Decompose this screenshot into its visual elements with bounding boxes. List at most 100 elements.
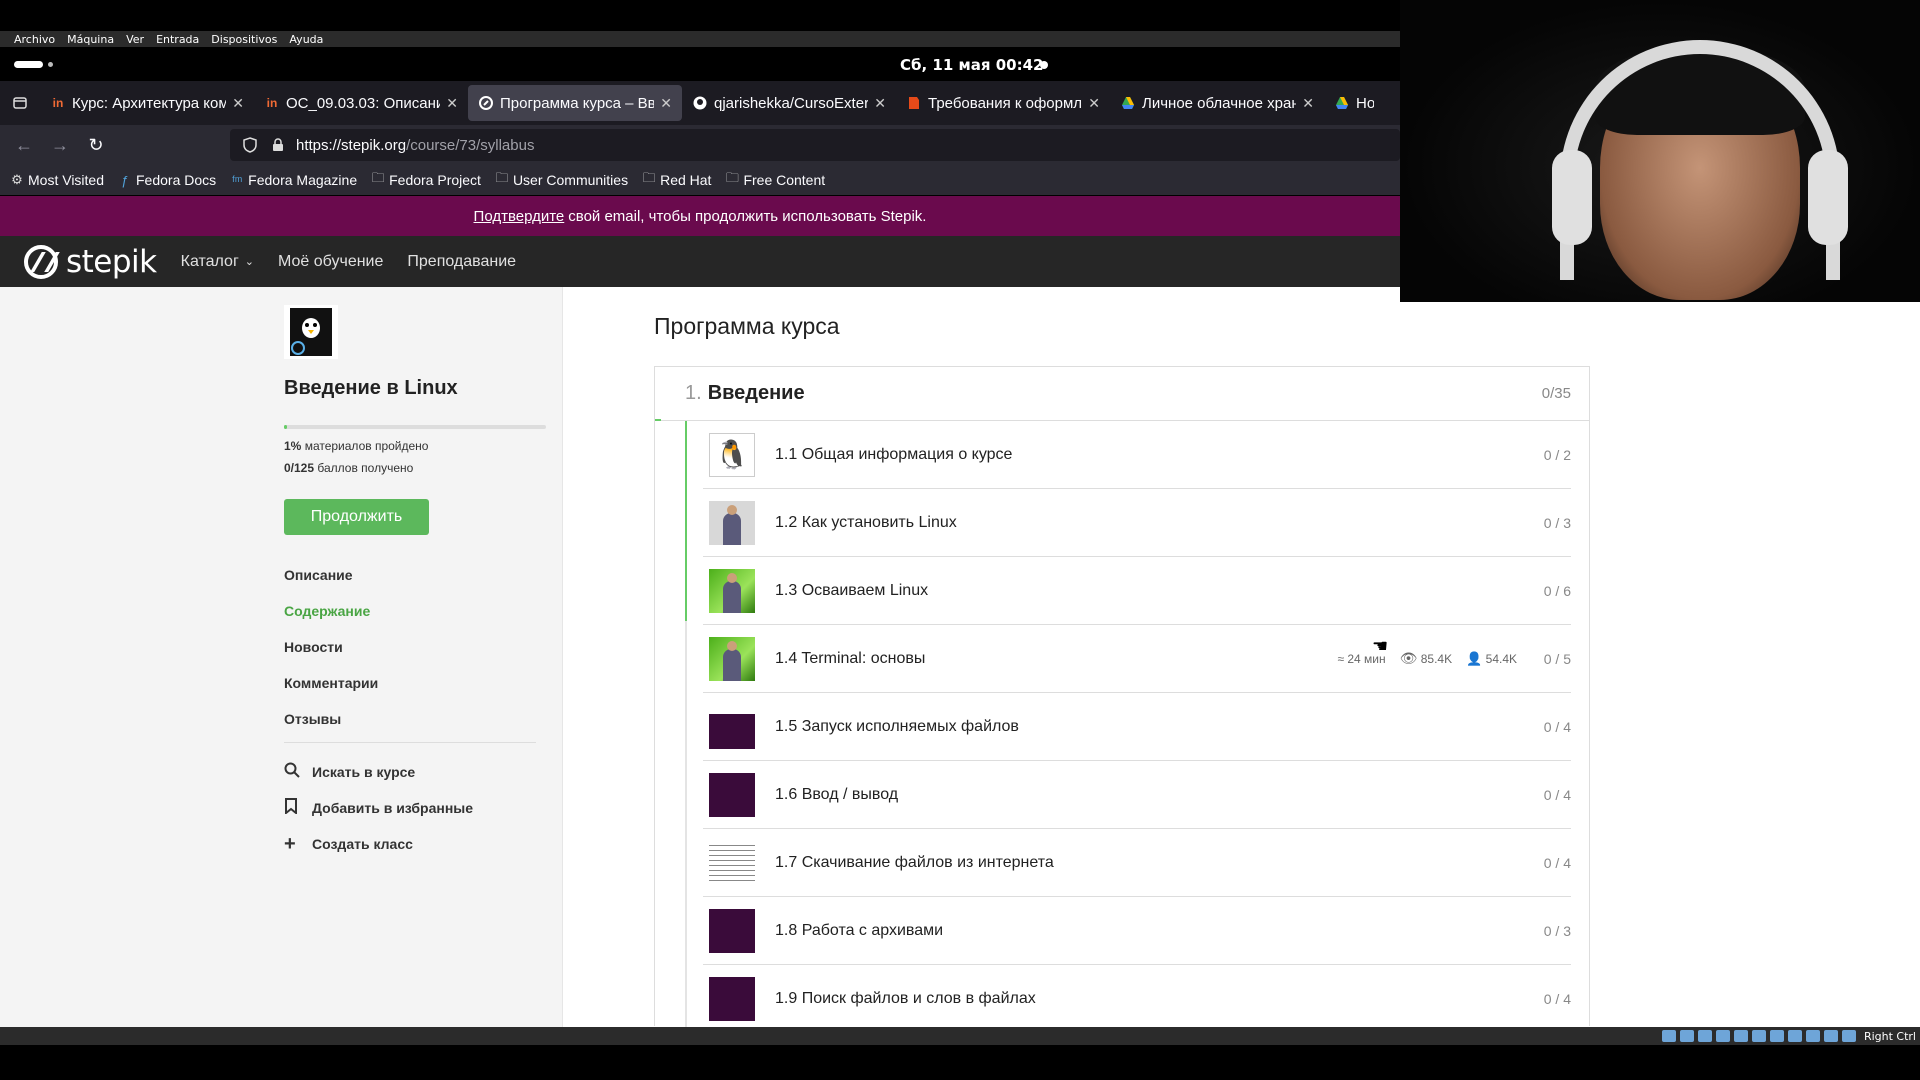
gear-icon: ⚙	[11, 172, 23, 187]
lesson-title[interactable]: 1.2 Как установить Linux	[775, 514, 1531, 532]
lesson-row[interactable]: 1.7 Скачивание файлов из интернета 0 / 4	[703, 829, 1571, 897]
display-icon[interactable]	[1769, 1030, 1784, 1042]
bookmark-label: User Communities	[512, 172, 629, 188]
tab-title: Требования к оформле	[928, 94, 1083, 112]
presenter-figure	[723, 512, 741, 545]
recording-icon[interactable]	[1787, 1030, 1802, 1042]
vbox-menu-archivo[interactable]: Archivo	[8, 33, 61, 46]
module-title: Введение	[707, 382, 805, 404]
bookmark-red-hat[interactable]: 🗀 Red Hat	[642, 169, 712, 191]
bookmark-most-visited[interactable]: ⚙ Most Visited	[10, 172, 104, 188]
clock[interactable]: Сб, 11 мая 00:42	[900, 56, 1043, 74]
nav-description[interactable]: Описание	[284, 557, 378, 593]
reload-icon: ↻	[88, 134, 104, 155]
lesson-row[interactable]: 1.9 Поиск файлов и слов в файлах 0 / 4	[703, 965, 1571, 1027]
nav-comments[interactable]: Комментарии	[284, 665, 378, 701]
cd-icon[interactable]	[1679, 1030, 1694, 1042]
shield-icon[interactable]	[240, 135, 260, 155]
folder-icon: 🗀	[371, 170, 385, 185]
reload-button[interactable]: ↻	[78, 127, 114, 163]
stepik-logo[interactable]: stepik	[24, 244, 157, 280]
bookmark-free-content[interactable]: 🗀 Free Content	[725, 169, 825, 191]
course-title[interactable]: Введение в Linux	[284, 377, 458, 400]
search-course-button[interactable]: Искать в курсе	[284, 754, 473, 790]
mouse-integration-icon[interactable]	[1823, 1030, 1838, 1042]
lesson-row[interactable]: 1.2 Как установить Linux 0 / 3	[703, 489, 1571, 557]
close-icon[interactable]: ✕	[660, 95, 672, 112]
progress-percent: 1%	[284, 439, 302, 453]
tab-strip: in Курс: Архитектура комп ✕ in ОС_09.03.…	[0, 81, 1400, 125]
cpu-icon[interactable]	[1805, 1030, 1820, 1042]
lesson-row[interactable]: 1.5 Запуск исполняемых файлов 0 / 4	[703, 693, 1571, 761]
bookmark-fedora-magazine[interactable]: ᶠᵐ Fedora Magazine	[230, 172, 357, 188]
tab-stepik-syllabus[interactable]: Программа курса – Введ ✕	[468, 85, 682, 121]
continue-button[interactable]: Продолжить	[284, 499, 429, 535]
bookmark-label: Free Content	[743, 172, 826, 188]
lesson-title[interactable]: 1.4 Terminal: основы	[775, 650, 1337, 668]
vbox-status-icons: Right Ctrl	[1661, 1027, 1920, 1045]
lesson-title[interactable]: 1.7 Скачивание файлов из интернета	[775, 854, 1531, 872]
close-icon[interactable]: ✕	[232, 95, 244, 112]
vbox-menu-ayuda[interactable]: Ayuda	[283, 33, 329, 46]
activities-button[interactable]	[14, 61, 53, 68]
keyboard-icon[interactable]	[1841, 1030, 1856, 1042]
module-header[interactable]: 1. Введение 0/35	[655, 367, 1589, 421]
audio-icon[interactable]	[1697, 1030, 1712, 1042]
teaching-link[interactable]: Преподавание	[407, 253, 516, 271]
close-icon[interactable]: ✕	[874, 95, 886, 112]
add-favorite-button[interactable]: Добавить в избранные	[284, 790, 473, 826]
tab-google-drive[interactable]: Личное облачное хранил ✕	[1110, 85, 1324, 121]
vbox-menu-ver[interactable]: Ver	[120, 33, 150, 46]
lesson-title[interactable]: 1.9 Поиск файлов и слов в файлах	[775, 990, 1531, 1008]
close-icon[interactable]: ✕	[1088, 95, 1100, 112]
lesson-row[interactable]: 1.4 Terminal: основы ≈ 24 мин 👁 85.4K 👤 …	[703, 625, 1571, 693]
nav-contents[interactable]: Содержание	[284, 593, 378, 629]
webcam-overlay	[1400, 0, 1920, 302]
lesson-row[interactable]: 1.3 Осваиваем Linux 0 / 6	[703, 557, 1571, 625]
lesson-title[interactable]: 1.3 Осваиваем Linux	[775, 582, 1531, 600]
bookmark-fedora-docs[interactable]: ƒ Fedora Docs	[118, 172, 216, 188]
tab-os-description[interactable]: in ОС_09.03.03: Описание ✕	[254, 85, 468, 121]
catalog-menu[interactable]: Каталог ⌄	[181, 253, 254, 271]
nav-news[interactable]: Новости	[284, 629, 378, 665]
forward-button[interactable]: →	[42, 127, 78, 163]
shared-folder-icon[interactable]	[1751, 1030, 1766, 1042]
lock-icon[interactable]	[268, 135, 288, 155]
learners-count: 54.4K	[1485, 651, 1517, 666]
bookmark-label: Fedora Project	[389, 172, 481, 188]
lesson-title[interactable]: 1.5 Запуск исполняемых файлов	[775, 718, 1531, 736]
lesson-title[interactable]: 1.8 Работа с архивами	[775, 922, 1531, 940]
create-class-button[interactable]: + Создать класс	[284, 826, 473, 862]
course-cover-tux-icon[interactable]	[284, 305, 338, 359]
close-icon[interactable]: ✕	[1302, 95, 1314, 112]
confirm-email-link[interactable]: Подтвердите	[474, 208, 565, 225]
vbox-menu-dispositivos[interactable]: Dispositivos	[205, 33, 283, 46]
tab-github[interactable]: qjarishekka/CursoExtern ✕	[682, 85, 896, 121]
course-progress-fill	[284, 425, 287, 429]
url-bar[interactable]: https://stepik.org/course/73/syllabus	[230, 129, 1400, 161]
tab-home-drive[interactable]: Hom	[1324, 85, 1384, 121]
vbox-menu-entrada[interactable]: Entrada	[150, 33, 205, 46]
tool-label: Добавить в избранные	[312, 800, 474, 816]
tab-course-architecture[interactable]: in Курс: Архитектура комп ✕	[40, 85, 254, 121]
lessons-progress-fill	[685, 421, 687, 621]
lesson-thumbnail	[709, 636, 755, 681]
network-icon[interactable]	[1715, 1030, 1730, 1042]
lesson-row[interactable]: 🐧 1.1 Общая информация о курсе 0 / 2	[703, 421, 1571, 489]
bookmark-user-communities[interactable]: 🗀 User Communities	[495, 169, 628, 191]
page-title: Программа курса	[654, 313, 840, 339]
lesson-title[interactable]: 1.1 Общая информация о курсе	[775, 446, 1531, 464]
vbox-menu-maquina[interactable]: Máquina	[61, 33, 120, 46]
bookmark-fedora-project[interactable]: 🗀 Fedora Project	[371, 169, 481, 191]
my-learning-link[interactable]: Моё обучение	[278, 253, 383, 271]
lesson-row[interactable]: 1.8 Работа с архивами 0 / 3	[703, 897, 1571, 965]
tab-requirements-pdf[interactable]: Требования к оформле ✕	[896, 85, 1110, 121]
back-button[interactable]: ←	[6, 127, 42, 163]
lesson-title[interactable]: 1.6 Ввод / вывод	[775, 786, 1531, 804]
tab-list-button[interactable]	[0, 81, 40, 125]
lesson-row[interactable]: 1.6 Ввод / вывод 0 / 4	[703, 761, 1571, 829]
usb-icon[interactable]	[1733, 1030, 1748, 1042]
close-icon[interactable]: ✕	[446, 95, 458, 112]
hdd-icon[interactable]	[1661, 1030, 1676, 1042]
nav-reviews[interactable]: Отзывы	[284, 701, 378, 737]
